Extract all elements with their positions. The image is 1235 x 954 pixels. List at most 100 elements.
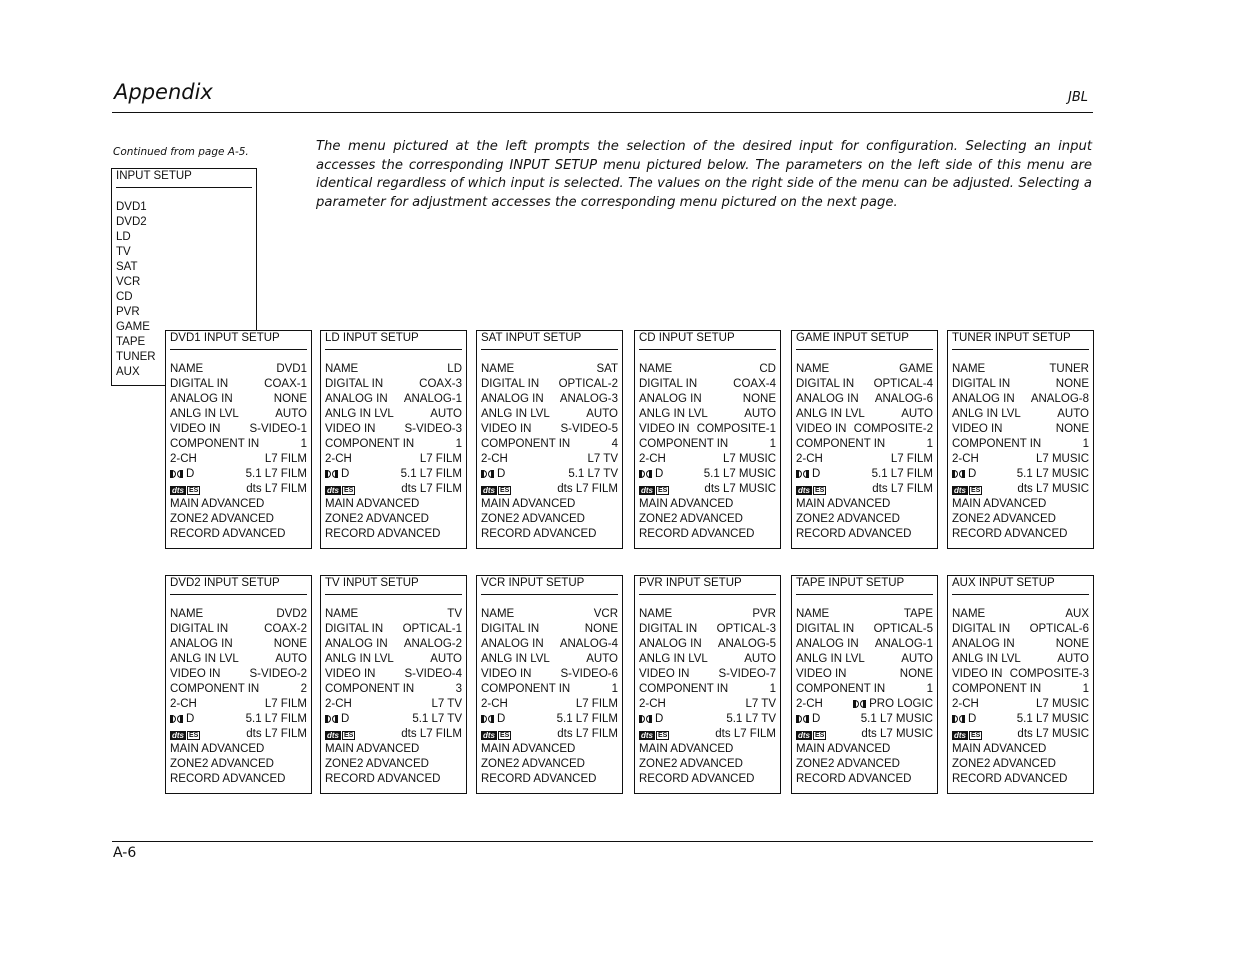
row-name[interactable]: NAME DVD1 [166, 362, 311, 377]
row-dts-es[interactable]: dts ES dts L7 MUSIC [635, 482, 780, 497]
row-main-advanced[interactable]: MAIN ADVANCED [792, 742, 937, 757]
row-dolby-digital[interactable]: D 5.1 L7 FILM [166, 467, 311, 482]
row-zone2-advanced[interactable]: ZONE2 ADVANCED [477, 512, 622, 527]
row-dolby-digital[interactable]: D 5.1 L7 TV [477, 467, 622, 482]
row-digital-in[interactable]: DIGITAL IN OPTICAL-4 [792, 377, 937, 392]
row-name[interactable]: NAME GAME [792, 362, 937, 377]
row-zone2-advanced[interactable]: ZONE2 ADVANCED [792, 757, 937, 772]
row-main-advanced[interactable]: MAIN ADVANCED [477, 742, 622, 757]
row-name[interactable]: NAME TUNER [948, 362, 1093, 377]
row-2ch[interactable]: 2-CH L7 MUSIC [635, 452, 780, 467]
row-video-in[interactable]: VIDEO IN S-VIDEO-1 [166, 422, 311, 437]
row-digital-in[interactable]: DIGITAL IN COAX-2 [166, 622, 311, 637]
row-analog-in[interactable]: ANALOG IN ANALOG-8 [948, 392, 1093, 407]
row-2ch[interactable]: 2-CH L7 FILM [166, 452, 311, 467]
row-component-in[interactable]: COMPONENT IN 1 [792, 682, 937, 697]
row-video-in[interactable]: VIDEO IN S-VIDEO-4 [321, 667, 466, 682]
row-zone2-advanced[interactable]: ZONE2 ADVANCED [948, 757, 1093, 772]
row-name[interactable]: NAME LD [321, 362, 466, 377]
row-dts-es[interactable]: dts ES dts L7 MUSIC [948, 727, 1093, 742]
row-2ch[interactable]: 2-CH L7 FILM [792, 452, 937, 467]
row-zone2-advanced[interactable]: ZONE2 ADVANCED [166, 512, 311, 527]
row-dolby-digital[interactable]: D 5.1 L7 TV [321, 712, 466, 727]
row-video-in[interactable]: VIDEO IN COMPOSITE-2 [792, 422, 937, 437]
row-zone2-advanced[interactable]: ZONE2 ADVANCED [635, 512, 780, 527]
row-name[interactable]: NAME AUX [948, 607, 1093, 622]
row-analog-in[interactable]: ANALOG IN NONE [166, 637, 311, 652]
row-digital-in[interactable]: DIGITAL IN COAX-3 [321, 377, 466, 392]
row-digital-in[interactable]: DIGITAL IN OPTICAL-5 [792, 622, 937, 637]
row-component-in[interactable]: COMPONENT IN 2 [166, 682, 311, 697]
row-anlg-in-lvl[interactable]: ANLG IN LVL AUTO [166, 407, 311, 422]
row-analog-in[interactable]: ANALOG IN ANALOG-5 [635, 637, 780, 652]
row-digital-in[interactable]: DIGITAL IN OPTICAL-6 [948, 622, 1093, 637]
row-component-in[interactable]: COMPONENT IN 1 [477, 682, 622, 697]
row-anlg-in-lvl[interactable]: ANLG IN LVL AUTO [477, 652, 622, 667]
row-video-in[interactable]: VIDEO IN S-VIDEO-7 [635, 667, 780, 682]
row-analog-in[interactable]: ANALOG IN NONE [948, 637, 1093, 652]
row-component-in[interactable]: COMPONENT IN 1 [635, 437, 780, 452]
row-record-advanced[interactable]: RECORD ADVANCED [792, 772, 937, 787]
row-anlg-in-lvl[interactable]: ANLG IN LVL AUTO [477, 407, 622, 422]
row-component-in[interactable]: COMPONENT IN 1 [635, 682, 780, 697]
row-main-advanced[interactable]: MAIN ADVANCED [321, 497, 466, 512]
row-record-advanced[interactable]: RECORD ADVANCED [792, 527, 937, 542]
row-analog-in[interactable]: ANALOG IN NONE [166, 392, 311, 407]
row-analog-in[interactable]: ANALOG IN ANALOG-4 [477, 637, 622, 652]
row-record-advanced[interactable]: RECORD ADVANCED [948, 527, 1093, 542]
row-main-advanced[interactable]: MAIN ADVANCED [166, 742, 311, 757]
row-2ch[interactable]: 2-CH L7 MUSIC [948, 697, 1093, 712]
row-record-advanced[interactable]: RECORD ADVANCED [321, 772, 466, 787]
row-digital-in[interactable]: DIGITAL IN OPTICAL-1 [321, 622, 466, 637]
row-record-advanced[interactable]: RECORD ADVANCED [477, 772, 622, 787]
row-dts-es[interactable]: dts ES dts L7 FILM [321, 482, 466, 497]
row-dts-es[interactable]: dts ES dts L7 FILM [635, 727, 780, 742]
input-menu-item[interactable]: DVD2 [112, 215, 256, 230]
row-2ch[interactable]: 2-CH L7 TV [321, 697, 466, 712]
row-anlg-in-lvl[interactable]: ANLG IN LVL AUTO [792, 652, 937, 667]
row-component-in[interactable]: COMPONENT IN 1 [321, 437, 466, 452]
row-main-advanced[interactable]: MAIN ADVANCED [477, 497, 622, 512]
row-name[interactable]: NAME VCR [477, 607, 622, 622]
row-zone2-advanced[interactable]: ZONE2 ADVANCED [321, 757, 466, 772]
input-menu-item[interactable]: TV [112, 245, 256, 260]
row-zone2-advanced[interactable]: ZONE2 ADVANCED [166, 757, 311, 772]
row-dts-es[interactable]: dts ES dts L7 FILM [166, 727, 311, 742]
row-anlg-in-lvl[interactable]: ANLG IN LVL AUTO [321, 407, 466, 422]
row-anlg-in-lvl[interactable]: ANLG IN LVL AUTO [948, 407, 1093, 422]
row-dolby-digital[interactable]: D 5.1 L7 MUSIC [792, 712, 937, 727]
row-record-advanced[interactable]: RECORD ADVANCED [166, 772, 311, 787]
row-video-in[interactable]: VIDEO IN S-VIDEO-6 [477, 667, 622, 682]
row-dolby-digital[interactable]: D 5.1 L7 MUSIC [948, 467, 1093, 482]
row-record-advanced[interactable]: RECORD ADVANCED [477, 527, 622, 542]
row-anlg-in-lvl[interactable]: ANLG IN LVL AUTO [948, 652, 1093, 667]
row-component-in[interactable]: COMPONENT IN 1 [948, 682, 1093, 697]
row-dts-es[interactable]: dts ES dts L7 FILM [321, 727, 466, 742]
row-video-in[interactable]: VIDEO IN COMPOSITE-3 [948, 667, 1093, 682]
row-main-advanced[interactable]: MAIN ADVANCED [166, 497, 311, 512]
row-name[interactable]: NAME SAT [477, 362, 622, 377]
input-menu-item[interactable]: VCR [112, 275, 256, 290]
input-menu-item[interactable]: CD [112, 290, 256, 305]
row-component-in[interactable]: COMPONENT IN 1 [792, 437, 937, 452]
row-name[interactable]: NAME TAPE [792, 607, 937, 622]
row-zone2-advanced[interactable]: ZONE2 ADVANCED [635, 757, 780, 772]
input-menu-item[interactable]: DVD1 [112, 200, 256, 215]
row-video-in[interactable]: VIDEO IN S-VIDEO-2 [166, 667, 311, 682]
row-dolby-digital[interactable]: D 5.1 L7 FILM [166, 712, 311, 727]
row-digital-in[interactable]: DIGITAL IN OPTICAL-2 [477, 377, 622, 392]
row-2ch[interactable]: 2-CH L7 FILM [166, 697, 311, 712]
row-digital-in[interactable]: DIGITAL IN COAX-1 [166, 377, 311, 392]
row-2ch[interactable]: 2-CH PRO LOGIC [792, 697, 937, 712]
row-component-in[interactable]: COMPONENT IN 1 [948, 437, 1093, 452]
row-analog-in[interactable]: ANALOG IN ANALOG-1 [792, 637, 937, 652]
row-component-in[interactable]: COMPONENT IN 4 [477, 437, 622, 452]
row-main-advanced[interactable]: MAIN ADVANCED [792, 497, 937, 512]
row-digital-in[interactable]: DIGITAL IN NONE [948, 377, 1093, 392]
row-record-advanced[interactable]: RECORD ADVANCED [166, 527, 311, 542]
row-record-advanced[interactable]: RECORD ADVANCED [948, 772, 1093, 787]
row-digital-in[interactable]: DIGITAL IN OPTICAL-3 [635, 622, 780, 637]
row-2ch[interactable]: 2-CH L7 TV [635, 697, 780, 712]
row-dolby-digital[interactable]: D 5.1 L7 FILM [792, 467, 937, 482]
row-record-advanced[interactable]: RECORD ADVANCED [321, 527, 466, 542]
